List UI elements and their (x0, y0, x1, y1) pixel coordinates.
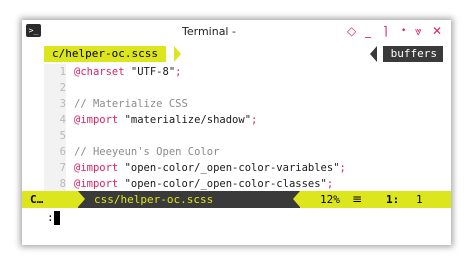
code-text: @charset "UTF-8"; (74, 64, 181, 80)
buffers-label[interactable]: buffers (382, 46, 443, 62)
maximize-button[interactable]: ⌉ (383, 23, 388, 39)
keyword-token: @import (74, 178, 119, 190)
keyword-token: @import (74, 114, 119, 126)
string-token: "materialize/shadow" (118, 114, 252, 126)
command-prompt: : (47, 211, 54, 224)
code-line[interactable]: 1 @charset "UTF-8"; (44, 64, 451, 80)
editor-area[interactable]: 1 @charset "UTF-8"; 2 3 // Materialize CSS 4 @… (44, 64, 451, 192)
code-line[interactable]: 2 (44, 80, 451, 96)
terminal-window: >_ Terminal - ◇ _ ⌉ • ⩔ ✕ c/helper-oc.sc… (22, 20, 451, 245)
code-text: @import "open-color/_open-color-variable… (74, 160, 346, 176)
scroll-percent: 12% (320, 193, 340, 206)
tabline: c/helper-oc.scss buffers (22, 44, 451, 62)
string-token: "open-color/_open-color-classes" (118, 178, 327, 190)
line-number: 5 (44, 128, 66, 144)
comment-token: // Materialize CSS (74, 98, 188, 110)
line-number: 3 (44, 96, 66, 112)
keyword-token: @charset (74, 66, 125, 78)
mode-indicator: C… (22, 191, 78, 208)
minimize-button[interactable]: _ (365, 23, 371, 39)
more-icon[interactable]: • (401, 23, 406, 39)
position-separator-arrow (293, 191, 300, 207)
line-number: 7 (44, 160, 66, 176)
shade-button[interactable]: ⩔ (415, 23, 422, 39)
line-number: 2 (44, 80, 66, 96)
buffers-separator-arrow (370, 46, 377, 62)
punctuation-token: ; (251, 114, 258, 126)
line-number: 4 (44, 112, 66, 128)
close-button[interactable]: ✕ (432, 23, 442, 39)
code-line[interactable]: 6 // Heeyeun's Open Color (44, 144, 451, 160)
status-bar: C… css/helper-oc.scss 12% ≡ 1: 1 (22, 191, 451, 208)
tab-separator-arrow (174, 46, 181, 62)
pin-icon[interactable]: ◇ (347, 23, 356, 39)
code-text: // Materialize CSS (74, 96, 188, 112)
code-text: @import "open-color/_open-color-classes"… (74, 176, 333, 192)
mode-separator-arrow (78, 191, 85, 207)
punctuation-token: ; (175, 66, 182, 78)
code-line[interactable]: 5 (44, 128, 451, 144)
code-text: // Heeyeun's Open Color (74, 144, 219, 160)
tab-active-file[interactable]: c/helper-oc.scss (44, 46, 166, 62)
punctuation-token: ; (339, 162, 346, 174)
lines-icon: ≡ (352, 192, 363, 206)
cursor-column: 1 (416, 193, 423, 206)
code-line[interactable]: 7 @import "open-color/_open-color-variabl… (44, 160, 451, 176)
terminal-icon: >_ (26, 24, 41, 37)
text-cursor (54, 211, 60, 225)
line-number: 6 (44, 144, 66, 160)
title-bar[interactable]: >_ Terminal - ◇ _ ⌉ • ⩔ ✕ (22, 20, 451, 44)
line-number: 8 (44, 176, 66, 192)
code-line[interactable]: 3 // Materialize CSS (44, 96, 451, 112)
cursor-line: 1: (386, 193, 400, 206)
code-text: @import "materialize/shadow"; (74, 112, 257, 128)
command-line[interactable]: : (22, 208, 451, 228)
code-line[interactable]: 4 @import "materialize/shadow"; (44, 112, 451, 128)
punctuation-token: ; (326, 178, 334, 190)
string-token: "open-color/_open-color-variables" (118, 162, 340, 174)
line-number: 1 (44, 64, 66, 80)
comment-token: // Heeyeun's Open Color (74, 146, 220, 158)
string-token: "UTF-8" (124, 66, 176, 78)
keyword-token: @import (74, 162, 119, 174)
window-title: Terminal - (182, 25, 236, 38)
code-line[interactable]: 8 @import "open-color/_open-color-classes… (44, 176, 451, 192)
status-filepath: css/helper-oc.scss (94, 193, 214, 206)
